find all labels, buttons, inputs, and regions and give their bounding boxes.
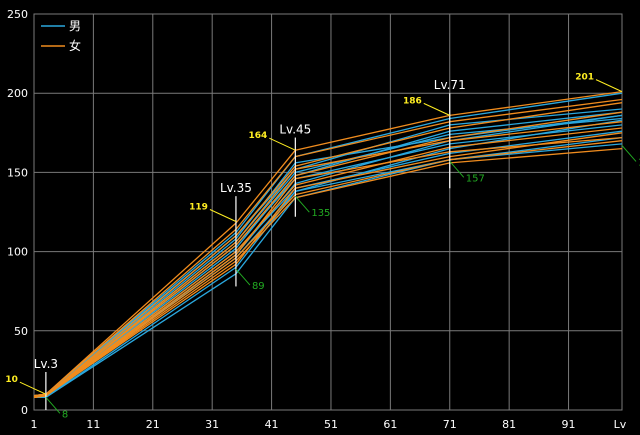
min-value-label: 8	[62, 409, 68, 420]
y-tick-label: 100	[7, 246, 28, 259]
x-tick-label: 21	[146, 418, 160, 431]
level-marker-label: Lv.71	[434, 78, 466, 92]
x-tick-label: 51	[324, 418, 338, 431]
level-marker-label: Lv.45	[279, 123, 311, 137]
legend-label: 男	[69, 19, 81, 33]
max-value-label: 186	[403, 96, 422, 106]
x-tick-label: 1	[31, 418, 38, 431]
y-tick-label: 50	[14, 325, 28, 338]
min-value-label: 89	[252, 281, 265, 292]
min-value-label: 135	[311, 208, 330, 219]
x-tick-label: 31	[205, 418, 219, 431]
min-value-label: 157	[466, 173, 485, 184]
x-tick-label: 71	[443, 418, 457, 431]
x-tick-label: 91	[562, 418, 576, 431]
level-marker-label: Lv.35	[220, 181, 252, 195]
y-tick-label: 0	[21, 404, 28, 417]
y-tick-label: 150	[7, 166, 28, 179]
x-tick-label: 11	[86, 418, 100, 431]
level-growth-chart: Lv.3 Lv.35 Lv.45 Lv.71 10 8 119 89 164 135 186 157…	[0, 0, 640, 435]
x-tick-label: 41	[265, 418, 279, 431]
x-tick-label: 61	[383, 418, 397, 431]
x-tick-label: 81	[502, 418, 516, 431]
max-value-label: 201	[575, 73, 594, 83]
max-value-label: 10	[5, 375, 18, 385]
max-value-label: 119	[189, 203, 208, 213]
y-tick-label: 200	[7, 87, 28, 100]
max-value-label: 164	[249, 131, 268, 141]
x-axis-label: Lv	[614, 418, 627, 431]
legend-label: 女	[69, 38, 81, 53]
level-marker-label: Lv.3	[34, 357, 58, 371]
y-tick-label: 250	[7, 8, 28, 21]
